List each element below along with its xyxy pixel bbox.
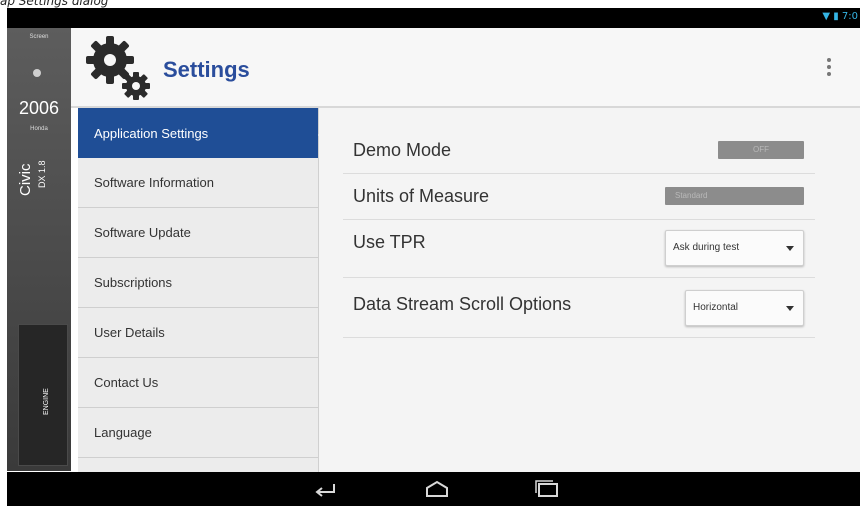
setting-row-data-stream-scroll: Data Stream Scroll Options Horizontal <box>343 278 815 338</box>
caption-text: ap Settings dialog <box>0 0 109 8</box>
data-stream-scroll-value: Horizontal <box>693 302 739 313</box>
use-tpr-dropdown[interactable]: Ask during test <box>665 230 804 266</box>
use-tpr-label: Use TPR <box>353 232 426 252</box>
header: Settings <box>71 28 860 108</box>
overflow-menu-icon[interactable] <box>826 58 832 80</box>
sidebar-item-language[interactable]: Language <box>78 408 318 458</box>
sidebar-item-subscriptions[interactable]: Subscriptions <box>78 258 318 308</box>
screen-label: Screen <box>29 34 49 40</box>
battery-icon: ▮ <box>833 11 839 22</box>
setting-row-demo-mode: Demo Mode OFF <box>343 128 815 174</box>
sidebar-item-label: User Details <box>94 325 165 340</box>
status-icons: ▼ ▮ 7:0 <box>822 11 858 22</box>
sidebar: Application Settings Software Informatio… <box>78 108 319 472</box>
setting-row-use-tpr: Use TPR Ask during test <box>343 220 815 278</box>
demo-mode-label: Demo Mode <box>353 140 452 160</box>
units-of-measure-label: Units of Measure <box>353 186 490 206</box>
chevron-down-icon <box>786 246 794 251</box>
data-stream-scroll-label: Data Stream Scroll Options <box>353 294 572 314</box>
demo-mode-toggle[interactable]: OFF <box>718 141 804 159</box>
recent-apps-icon[interactable] <box>534 480 560 498</box>
sidebar-item-label: Application Settings <box>94 125 209 141</box>
engine-label: ENGINE <box>43 388 50 415</box>
sidebar-item-user-details[interactable]: User Details <box>78 308 318 358</box>
chevron-down-icon <box>786 306 794 311</box>
sidebar-item-label: Contact Us <box>94 375 159 390</box>
sidebar-item-label: Software Update <box>94 225 191 240</box>
vehicle-year: 2006 <box>18 98 60 118</box>
sidebar-item-software-information[interactable]: Software Information <box>78 158 318 208</box>
top-strip: ap Settings dialog <box>0 0 860 8</box>
sidebar-item-application-settings[interactable]: Application Settings <box>78 108 318 158</box>
vehicle-trim: DX 1.8 <box>37 160 47 188</box>
status-time: 7:0 <box>841 11 858 22</box>
sidebar-item-label: Language <box>94 425 152 440</box>
sidebar-item-label: Software Information <box>94 175 214 190</box>
sidebar-item-label: Subscriptions <box>94 275 173 290</box>
sidebar-selection-pointer <box>318 120 333 150</box>
sidebar-item-contact-us[interactable]: Contact Us <box>78 358 318 408</box>
status-bar: ▼ ▮ 7:0 <box>7 8 860 28</box>
home-icon[interactable] <box>424 480 450 498</box>
settings-content: Demo Mode OFF Units of Measure Standard … <box>319 108 860 472</box>
wifi-icon: ▼ <box>822 11 831 22</box>
vehicle-panel: Screen 2006 Honda Civic DX 1.8 ENGINE <box>7 28 71 471</box>
data-stream-scroll-dropdown[interactable]: Horizontal <box>685 290 804 326</box>
sidebar-item-software-update[interactable]: Software Update <box>78 208 318 258</box>
page-title: Settings <box>163 57 250 82</box>
navigation-bar <box>7 472 860 506</box>
vehicle-indicator-dot <box>33 69 41 77</box>
vehicle-model: Civic <box>17 163 34 197</box>
engine-button[interactable]: ENGINE <box>18 324 68 466</box>
use-tpr-value: Ask during test <box>673 242 740 253</box>
back-icon[interactable] <box>312 480 338 498</box>
units-of-measure-selector[interactable]: Standard <box>665 187 804 205</box>
setting-row-units-of-measure: Units of Measure Standard <box>343 174 815 220</box>
settings-gears-icon <box>86 36 150 100</box>
vehicle-make: Honda <box>30 126 48 132</box>
